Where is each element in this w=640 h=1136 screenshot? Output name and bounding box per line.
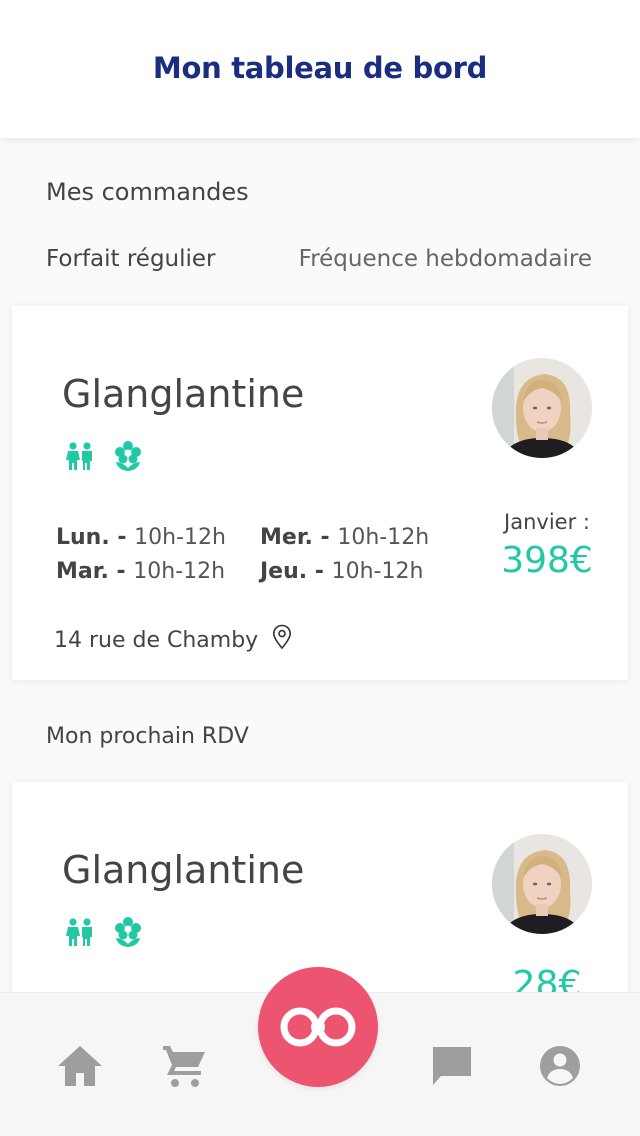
next-appointment-title: Mon prochain RDV — [46, 724, 249, 749]
flower-icon — [112, 440, 144, 472]
bottom-nav — [0, 967, 640, 1136]
account-icon[interactable] — [535, 1041, 585, 1091]
schedule: Lun. - 10h-12h Mer. - 10h-12h Mar. - 10h… — [56, 520, 464, 588]
children-icon — [64, 916, 96, 948]
home-icon[interactable] — [55, 1041, 105, 1091]
chat-icon[interactable] — [427, 1041, 477, 1091]
service-icons — [64, 440, 144, 472]
orders-section-title: Mes commandes — [46, 178, 249, 206]
address: 14 rue de Chamby — [54, 624, 292, 656]
address-text: 14 rue de Chamby — [54, 627, 259, 653]
order-card[interactable]: Glanglantine Lun. - 10h-12h Mer. - 10h-1… — [12, 306, 628, 680]
cart-icon[interactable] — [160, 1041, 210, 1091]
month-label: Janvier : — [504, 510, 590, 534]
page-title: Mon tableau de bord — [152, 51, 488, 85]
service-icons — [64, 916, 144, 948]
children-icon — [64, 440, 96, 472]
logo-icon[interactable] — [258, 967, 378, 1087]
flower-icon — [112, 916, 144, 948]
schedule-item: Jeu. - 10h-12h — [260, 558, 424, 584]
provider-name: Glanglantine — [62, 848, 305, 892]
schedule-item: Lun. - 10h-12h — [56, 524, 226, 550]
avatar — [492, 358, 592, 458]
plan-label: Forfait régulier — [46, 246, 216, 272]
app-header: Mon tableau de bord — [0, 0, 640, 138]
schedule-item: Mer. - 10h-12h — [260, 524, 430, 550]
amount: 398€ — [501, 540, 593, 581]
provider-name: Glanglantine — [62, 372, 305, 416]
location-pin-icon — [272, 624, 292, 656]
schedule-item: Mar. - 10h-12h — [56, 558, 226, 584]
avatar — [492, 834, 592, 934]
frequency-label: Fréquence hebdomadaire — [298, 246, 592, 272]
